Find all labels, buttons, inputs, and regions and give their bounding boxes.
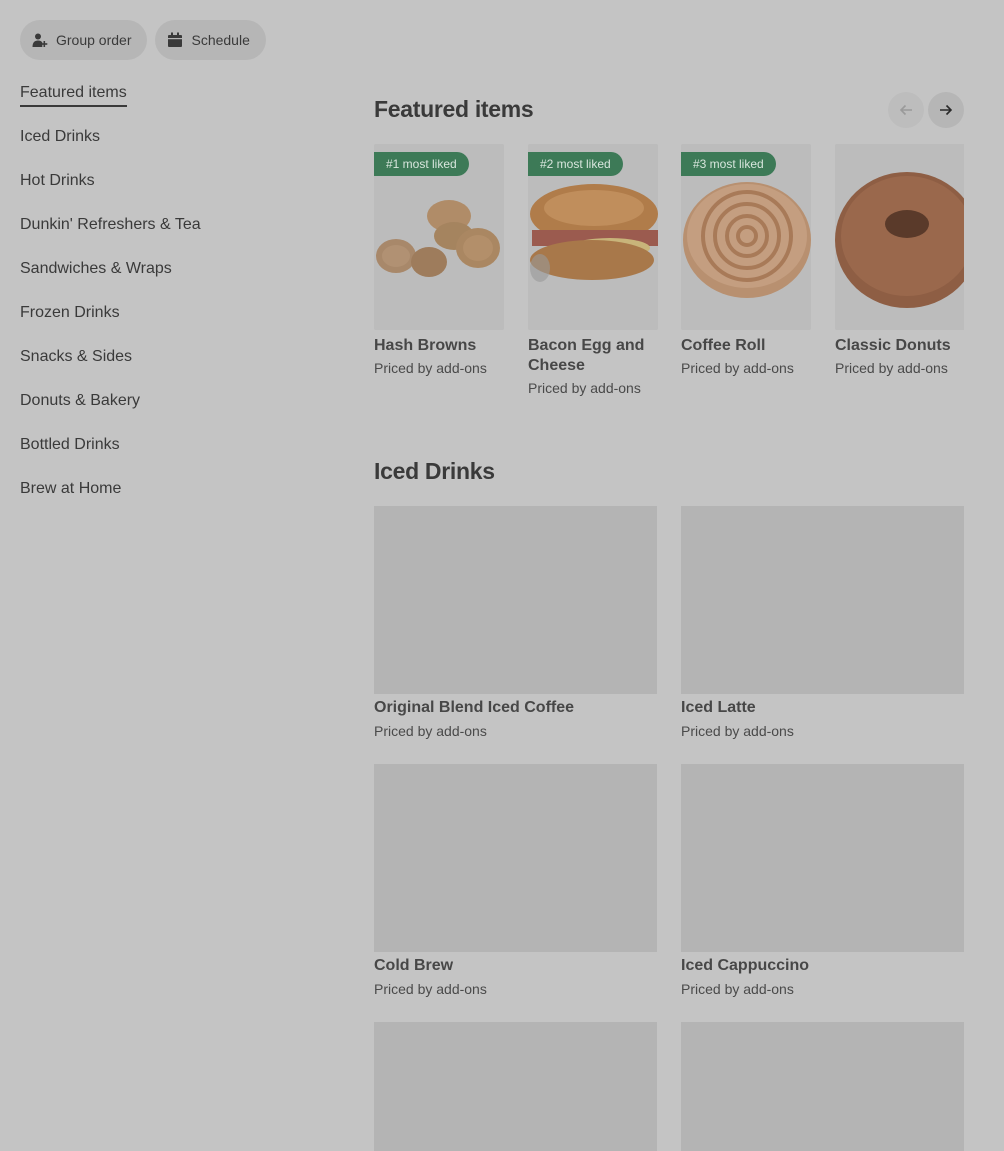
menu-item-card[interactable] xyxy=(374,1022,657,1151)
item-name: Cold Brew xyxy=(374,957,454,974)
arrow-right-icon xyxy=(940,104,953,116)
item-price: Priced by add-ons xyxy=(528,380,641,396)
item-price: Priced by add-ons xyxy=(681,981,794,997)
nav-item-label: Hot Drinks xyxy=(20,172,95,189)
item-name: Coffee Roll xyxy=(681,337,766,354)
nav-item-brew-at-home[interactable]: Brew at Home xyxy=(20,478,320,522)
nav-item-label: Iced Drinks xyxy=(20,128,101,145)
add-person-icon xyxy=(32,32,48,48)
bagel-sandwich-image: #2 most liked xyxy=(528,144,658,330)
item-image-placeholder xyxy=(681,764,964,952)
menu-item-card[interactable]: Iced Cappuccino Priced by add-ons xyxy=(681,764,964,999)
most-liked-badge: #2 most liked xyxy=(528,152,623,176)
most-liked-badge: #3 most liked xyxy=(681,152,776,176)
coffee-roll-image: #3 most liked xyxy=(681,144,811,330)
nav-item-sandwiches-wraps[interactable]: Sandwiches & Wraps xyxy=(20,258,320,302)
menu-item-card[interactable]: Original Blend Iced Coffee Priced by add… xyxy=(374,506,657,741)
item-image-placeholder xyxy=(681,1022,964,1151)
featured-item-card[interactable]: #2 most liked Bacon Egg and Cheese Price… xyxy=(528,144,658,398)
schedule-button[interactable]: Schedule xyxy=(155,20,266,60)
arrow-left-icon xyxy=(899,104,912,116)
nav-item-donuts-bakery[interactable]: Donuts & Bakery xyxy=(20,390,320,434)
item-price: Priced by add-ons xyxy=(681,360,794,376)
nav-item-featured-items[interactable]: Featured items xyxy=(20,82,320,126)
nav-item-label: Snacks & Sides xyxy=(20,348,133,365)
item-image-placeholder xyxy=(681,506,964,694)
nav-item-label: Frozen Drinks xyxy=(20,304,120,321)
menu-item-card[interactable]: Iced Latte Priced by add-ons xyxy=(681,506,964,741)
item-price: Priced by add-ons xyxy=(374,723,487,739)
featured-section-title: Featured items xyxy=(374,96,534,122)
item-name: Iced Cappuccino xyxy=(681,957,810,974)
carousel-controls xyxy=(888,92,964,128)
featured-item-card[interactable]: #1 most liked Hash Browns Priced by add-… xyxy=(374,144,504,378)
nav-item-label: Featured items xyxy=(20,82,127,107)
calendar-icon xyxy=(167,32,183,48)
item-price: Priced by add-ons xyxy=(835,360,948,376)
item-name: Iced Latte xyxy=(681,699,756,716)
nav-item-label: Donuts & Bakery xyxy=(20,392,141,409)
item-name: Original Blend Iced Coffee xyxy=(374,699,575,716)
item-price: Priced by add-ons xyxy=(374,360,487,376)
hash-browns-image: #1 most liked xyxy=(374,144,504,330)
nav-item-hot-drinks[interactable]: Hot Drinks xyxy=(20,170,320,214)
nav-item-iced-drinks[interactable]: Iced Drinks xyxy=(20,126,320,170)
most-liked-badge: #1 most liked xyxy=(374,152,469,176)
group-order-label: Group order xyxy=(56,32,132,48)
item-name: Bacon Egg and Cheese xyxy=(528,337,645,374)
item-price: Priced by add-ons xyxy=(681,723,794,739)
nav-item-bottled-drinks[interactable]: Bottled Drinks xyxy=(20,434,320,478)
nav-item-frozen-drinks[interactable]: Frozen Drinks xyxy=(20,302,320,346)
top-actions: Group order Schedule xyxy=(20,20,266,60)
item-image-placeholder xyxy=(374,764,657,952)
nav-item-refreshers-tea[interactable]: Dunkin' Refreshers & Tea xyxy=(20,214,320,258)
featured-carousel: #1 most liked Hash Browns Priced by add-… xyxy=(374,144,964,404)
group-order-button[interactable]: Group order xyxy=(20,20,148,60)
nav-item-label: Sandwiches & Wraps xyxy=(20,260,172,277)
nav-item-label: Brew at Home xyxy=(20,480,122,497)
nav-item-label: Dunkin' Refreshers & Tea xyxy=(20,216,201,233)
item-name: Classic Donuts xyxy=(835,337,951,354)
item-image-placeholder xyxy=(374,1022,657,1151)
nav-item-label: Bottled Drinks xyxy=(20,436,120,453)
item-name: Hash Browns xyxy=(374,337,477,354)
schedule-label: Schedule xyxy=(191,32,250,48)
iced-drinks-section-title: Iced Drinks xyxy=(374,458,495,484)
menu-item-card[interactable] xyxy=(681,1022,964,1151)
category-nav: Featured items Iced Drinks Hot Drinks Du… xyxy=(20,82,320,522)
donut-image xyxy=(835,144,964,330)
item-price: Priced by add-ons xyxy=(374,981,487,997)
featured-item-card[interactable]: Classic Donuts Priced by add-ons xyxy=(835,144,964,378)
featured-item-card[interactable]: #3 most liked Coffee Roll Priced by add-… xyxy=(681,144,811,378)
carousel-next-button[interactable] xyxy=(928,92,964,128)
menu-item-card[interactable]: Cold Brew Priced by add-ons xyxy=(374,764,657,999)
nav-item-snacks-sides[interactable]: Snacks & Sides xyxy=(20,346,320,390)
carousel-prev-button[interactable] xyxy=(888,92,924,128)
item-image-placeholder xyxy=(374,506,657,694)
